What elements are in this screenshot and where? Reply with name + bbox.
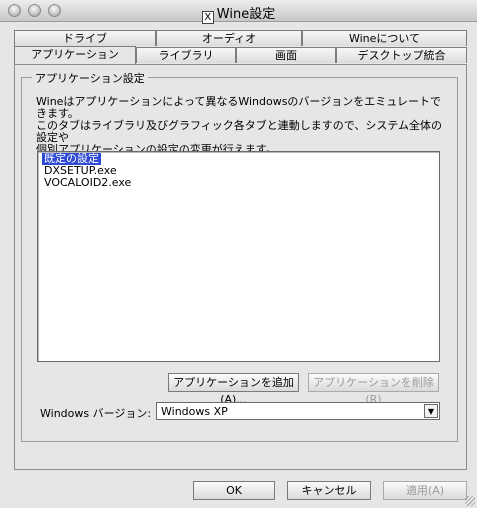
chevron-down-icon[interactable]: ▼ bbox=[424, 404, 438, 418]
ok-button[interactable]: OK bbox=[193, 481, 275, 500]
windows-version-label: Windows バージョン: bbox=[40, 407, 152, 420]
x11-icon: X bbox=[201, 11, 214, 24]
apply-button[interactable]: 適用(A) bbox=[383, 481, 467, 500]
description: Wineはアプリケーションによって異なるWindowsのバージョンをエミュレート… bbox=[36, 96, 446, 156]
description-line: Wineはアプリケーションによって異なるWindowsのバージョンをエミュレート… bbox=[36, 95, 441, 120]
windows-version-select[interactable]: Windows XP ▼ bbox=[156, 402, 440, 420]
application-list[interactable]: 既定の設定 DXSETUP.exe VOCALOID2.exe bbox=[37, 151, 440, 362]
tab-about-wine[interactable]: Wineについて bbox=[302, 30, 467, 46]
remove-application-button[interactable]: アプリケーションを削除(R) bbox=[308, 373, 439, 406]
tab-applications[interactable]: アプリケーション bbox=[14, 46, 136, 64]
wine-config-window: X Wine設定 ドライブ オーディオ Wineについて アプリケーション ライブ… bbox=[0, 0, 477, 508]
description-line: このタブはライブラリ及びグラフィック各タブと連動しますので、システム全体の設定や bbox=[36, 119, 443, 144]
tab-desktop-integration[interactable]: デスクトップ統合 bbox=[336, 47, 467, 63]
tab-libraries[interactable]: ライブラリ bbox=[136, 47, 236, 63]
title-bar: X Wine設定 bbox=[0, 0, 477, 24]
group-label: アプリケーション設定 bbox=[32, 70, 148, 86]
tab-drives[interactable]: ドライブ bbox=[14, 30, 156, 46]
tab-graphics[interactable]: 画面 bbox=[236, 47, 336, 63]
windows-version-value: Windows XP bbox=[161, 405, 228, 418]
window-title: Wine設定 bbox=[216, 7, 276, 22]
list-item[interactable]: VOCALOID2.exe bbox=[42, 177, 133, 189]
resize-grip-icon[interactable] bbox=[465, 496, 475, 506]
add-application-button[interactable]: アプリケーションを追加(A)... bbox=[168, 373, 299, 406]
tab-audio[interactable]: オーディオ bbox=[156, 30, 302, 46]
cancel-button[interactable]: キャンセル bbox=[287, 481, 371, 500]
